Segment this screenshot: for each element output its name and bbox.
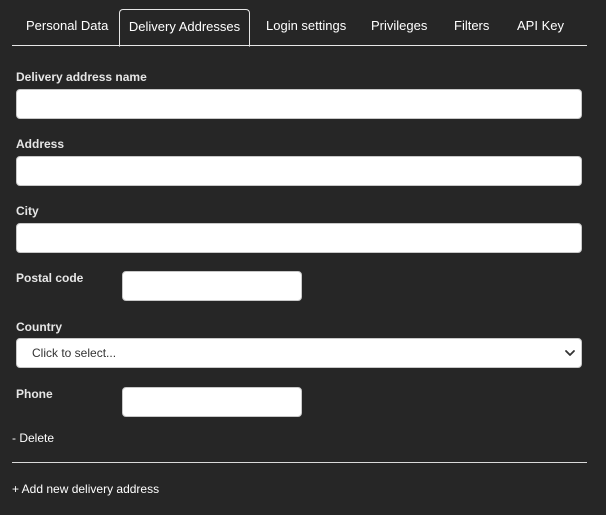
postal-code-label: Postal code bbox=[16, 271, 84, 285]
divider bbox=[12, 462, 587, 463]
postal-code-input[interactable] bbox=[122, 271, 302, 301]
address-label: Address bbox=[16, 137, 65, 151]
country-select[interactable]: Click to select... bbox=[16, 338, 582, 368]
tab-api-key[interactable]: API Key bbox=[517, 9, 564, 46]
tab-personal-data[interactable]: Personal Data bbox=[26, 9, 108, 46]
city-label: City bbox=[16, 204, 39, 218]
phone-label: Phone bbox=[16, 387, 53, 401]
city-input[interactable] bbox=[16, 223, 582, 253]
address-input[interactable] bbox=[16, 156, 582, 186]
country-label: Country bbox=[16, 320, 62, 334]
chevron-down-icon bbox=[565, 350, 575, 356]
country-select-value: Click to select... bbox=[32, 346, 117, 360]
tab-filters[interactable]: Filters bbox=[454, 9, 489, 46]
tab-login-settings[interactable]: Login settings bbox=[266, 9, 346, 46]
phone-input[interactable] bbox=[122, 387, 302, 417]
add-delivery-address-link[interactable]: + Add new delivery address bbox=[12, 482, 159, 496]
tab-bar: Personal Data Delivery Addresses Login s… bbox=[12, 9, 587, 47]
tab-delivery-addresses[interactable]: Delivery Addresses bbox=[119, 9, 250, 47]
delivery-address-name-input[interactable] bbox=[16, 89, 582, 119]
delete-address-link[interactable]: - Delete bbox=[12, 431, 54, 445]
delivery-address-name-label: Delivery address name bbox=[16, 70, 147, 84]
tab-privileges[interactable]: Privileges bbox=[371, 9, 427, 46]
